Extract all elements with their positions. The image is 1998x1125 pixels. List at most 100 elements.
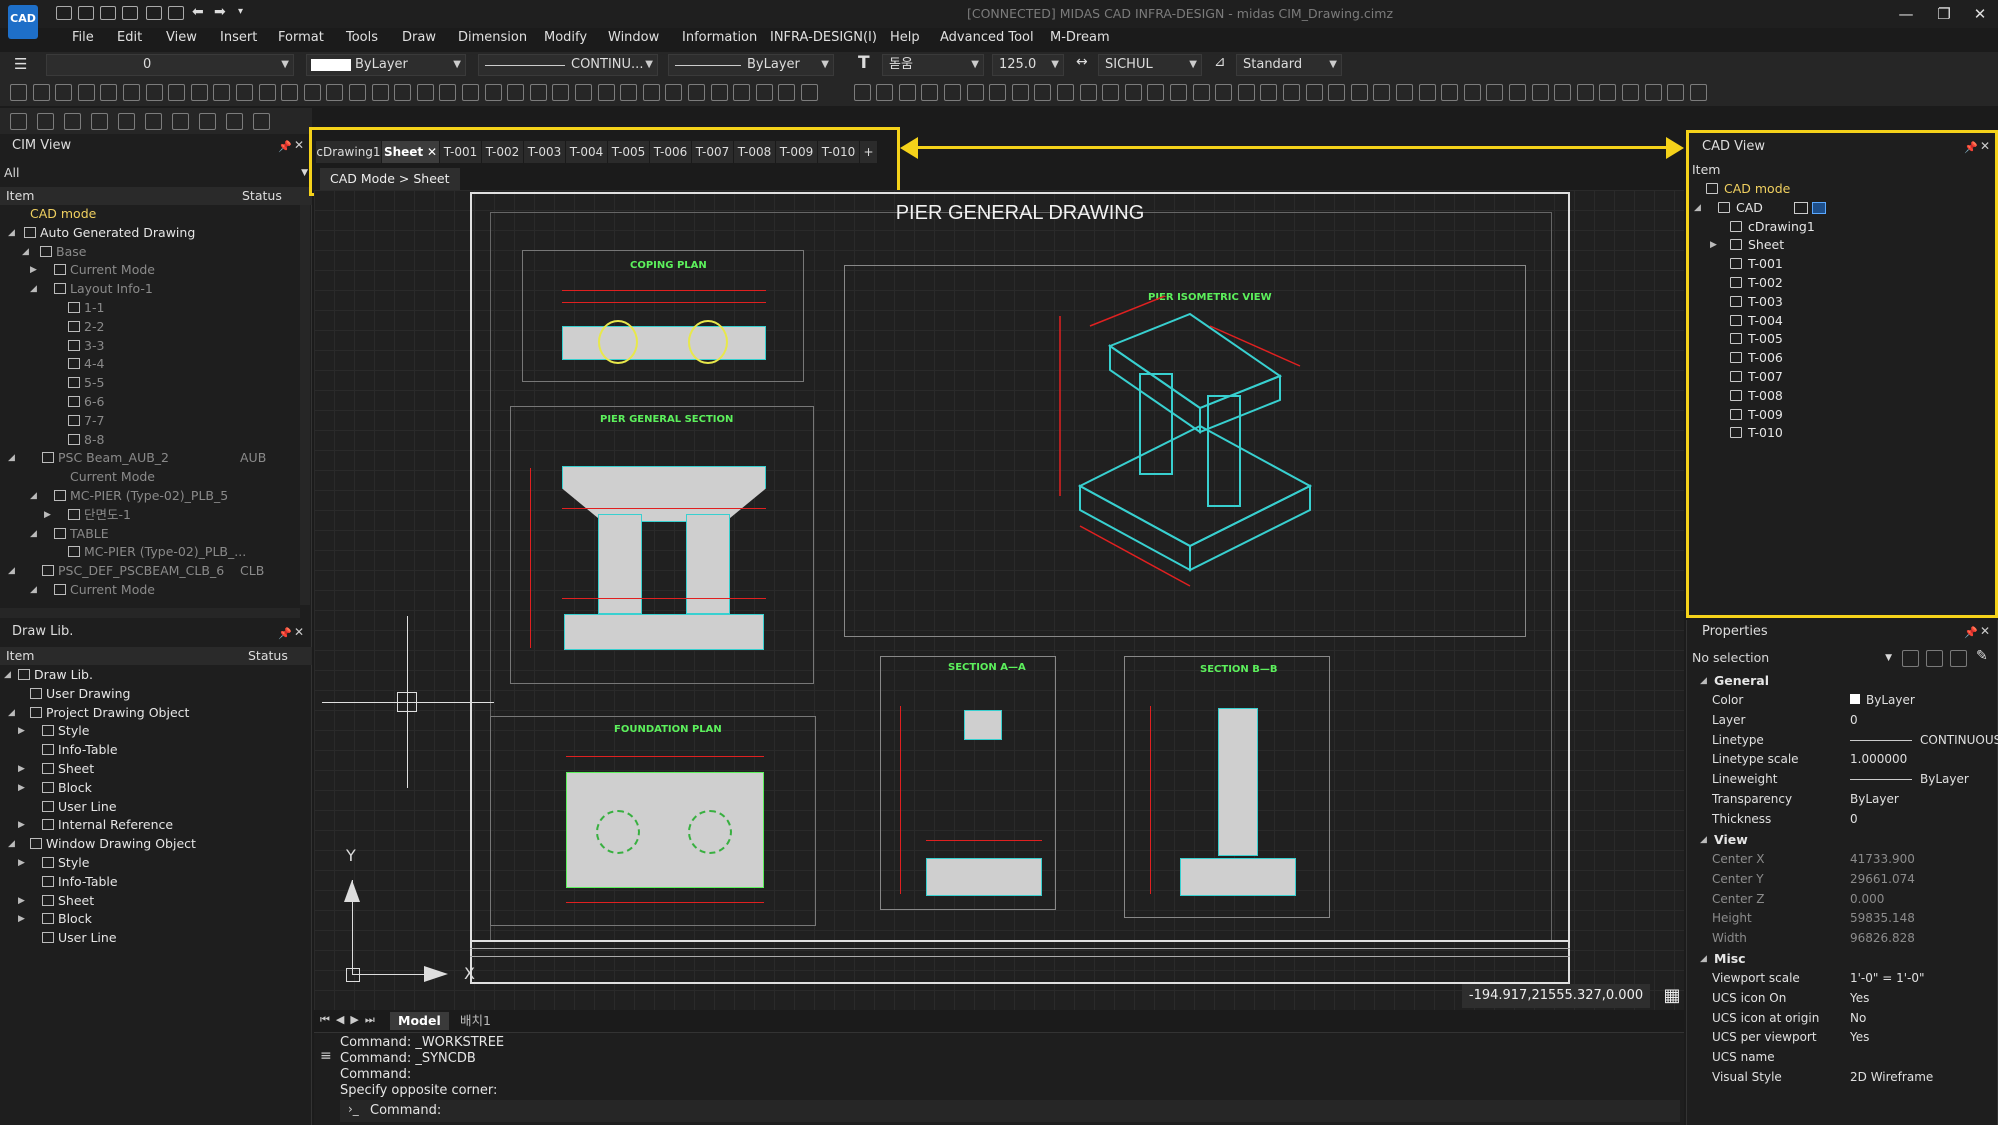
draw-lib-item[interactable]: ◢ Window Drawing Object: [0, 835, 312, 853]
draw-lib-item[interactable]: Info-Table: [0, 873, 312, 891]
grid-toggle-icon[interactable]: ▦: [1660, 984, 1684, 1008]
area-tool-icon[interactable]: [1011, 84, 1029, 101]
collapse-arrow-icon[interactable]: ◢: [30, 525, 37, 543]
collapse-arrow-icon[interactable]: ◢: [1700, 676, 1707, 686]
color-combo[interactable]: ByLayer ▼: [306, 54, 466, 76]
zoom-fit-icon[interactable]: [226, 113, 243, 130]
select-objects-icon[interactable]: [1926, 650, 1943, 667]
hatch-tool-icon[interactable]: [1576, 84, 1594, 101]
fillet-tool-icon[interactable]: [575, 84, 592, 101]
layer-combo[interactable]: 0 ▼: [46, 54, 294, 76]
document-tab[interactable]: T-009: [776, 141, 818, 163]
insert-tool-icon[interactable]: [371, 84, 389, 101]
pin-icon[interactable]: 📌: [278, 627, 292, 640]
add-tab-button[interactable]: +: [860, 141, 878, 163]
redo-icon[interactable]: ➡: [214, 4, 226, 20]
collapse-arrow-icon[interactable]: ◢: [8, 449, 15, 467]
cim-tree-item[interactable]: MC-PIER (Type-02)_PLB_...: [0, 543, 300, 561]
draw-lib-item[interactable]: ▶ Internal Reference: [0, 816, 312, 834]
collapse-arrow-icon[interactable]: ◢: [30, 280, 37, 298]
collapse-arrow-icon[interactable]: ◢: [30, 487, 37, 505]
new-file-icon[interactable]: [56, 6, 72, 20]
divide-tool-icon[interactable]: [1237, 84, 1255, 101]
align-tool-icon[interactable]: [1192, 84, 1210, 101]
collapse-arrow-icon[interactable]: ◢: [22, 243, 29, 261]
rotate-tool-icon[interactable]: [439, 84, 457, 101]
polyline-tool-icon[interactable]: [1418, 84, 1436, 101]
expand-arrow-icon[interactable]: ▶: [18, 854, 25, 872]
property-value[interactable]: Yes: [1850, 991, 1869, 1005]
copy-tool-icon[interactable]: [416, 84, 434, 101]
group-tool-icon[interactable]: [1147, 84, 1165, 101]
dim-style-combo[interactable]: SICHUL ▼: [1098, 54, 1202, 76]
id-tool-icon[interactable]: [1079, 84, 1097, 101]
close-tab-icon[interactable]: ✕: [423, 145, 437, 159]
linetype-combo[interactable]: CONTINU... ▼: [478, 54, 658, 76]
document-tab[interactable]: T-007: [692, 141, 734, 163]
cim-tree-item[interactable]: ◢ PSC_DEF_PSCBEAM_CLB_6 CLB: [0, 562, 300, 580]
menu-tools[interactable]: Tools: [346, 30, 378, 45]
dim-linear-tool-icon[interactable]: [258, 84, 276, 101]
mtext-tool-icon[interactable]: [1622, 84, 1639, 101]
collapse-arrow-icon[interactable]: ◢: [8, 562, 15, 580]
text-tool-icon[interactable]: [1599, 84, 1617, 101]
cim-tree-item[interactable]: CAD mode: [0, 205, 300, 223]
print-icon[interactable]: [146, 6, 162, 20]
info-icon[interactable]: [37, 113, 54, 130]
layer-manager-icon[interactable]: ☰: [14, 55, 27, 73]
menu-window[interactable]: Window: [608, 30, 659, 45]
trim-tool-icon[interactable]: [529, 84, 547, 101]
cim-tree-item[interactable]: 7-7: [0, 412, 300, 430]
draw-lib-item[interactable]: User Line: [0, 798, 312, 816]
arc-tool-icon[interactable]: [1441, 84, 1459, 101]
osnap-tool-icon[interactable]: [898, 84, 916, 101]
cim-tree-item[interactable]: 2-2: [0, 318, 300, 336]
cim-tree-item[interactable]: ◢ PSC Beam_AUB_2 AUB: [0, 449, 300, 467]
document-tab[interactable]: T-006: [650, 141, 692, 163]
erase-tool-icon[interactable]: [733, 84, 751, 101]
document-tab[interactable]: T-002: [482, 141, 524, 163]
cim-tree-item[interactable]: 6-6: [0, 393, 300, 411]
expand-arrow-icon[interactable]: ▶: [18, 910, 25, 928]
draw-lib-item[interactable]: ▶ Style: [0, 722, 312, 740]
cim-tree-item[interactable]: ◢ Auto Generated Drawing: [0, 224, 300, 242]
break-tool-icon[interactable]: [688, 84, 705, 101]
document-tab[interactable]: T-008: [734, 141, 776, 163]
dim-angular-tool-icon[interactable]: [1689, 84, 1707, 101]
revcloud-tool-icon[interactable]: [1350, 84, 1368, 101]
match-tool-icon[interactable]: [1124, 84, 1142, 101]
menu-m-dream[interactable]: M-Dream: [1050, 30, 1110, 45]
polyline-tool-icon[interactable]: [32, 84, 50, 101]
menu-format[interactable]: Format: [278, 30, 324, 45]
draw-lib-item[interactable]: ▶ Sheet: [0, 892, 312, 910]
text-style-combo[interactable]: 돋움 ▼: [882, 54, 984, 76]
join-tool-icon[interactable]: [710, 84, 728, 101]
close-panel-icon[interactable]: ✕: [1980, 624, 1990, 638]
close-window-button[interactable]: ✕: [1960, 2, 1998, 26]
cim-tree-item[interactable]: ▶ 단면도-1: [0, 506, 300, 524]
collapse-arrow-icon[interactable]: ◢: [8, 835, 15, 853]
match-properties-icon[interactable]: ✎: [1976, 648, 1988, 664]
cim-tree-item[interactable]: ◢ Current Mode: [0, 581, 300, 599]
move-tool-icon[interactable]: [394, 84, 412, 101]
extend-tool-icon[interactable]: [552, 84, 570, 101]
ellipse-tool-icon[interactable]: [145, 84, 163, 101]
draw-lib-item[interactable]: Info-Table: [0, 741, 312, 759]
cim-tree-item[interactable]: 4-4: [0, 355, 300, 373]
rect-tool-icon[interactable]: [1486, 84, 1504, 101]
draw-lib-item[interactable]: ▶ Style: [0, 854, 312, 872]
array-tool-icon[interactable]: [642, 84, 660, 101]
layers-icon[interactable]: [91, 113, 108, 130]
menu-information[interactable]: Information: [682, 30, 757, 45]
property-value[interactable]: 1'-0" = 1'-0": [1850, 971, 1925, 985]
expand-arrow-icon[interactable]: ▶: [30, 261, 37, 279]
regen-tool-icon[interactable]: [966, 84, 984, 101]
open-folder-icon[interactable]: [78, 6, 94, 20]
layer-tool-icon[interactable]: [778, 84, 796, 101]
measure-tool-icon[interactable]: [989, 84, 1007, 101]
cim-filter-select[interactable]: All ▼: [4, 163, 308, 183]
property-value[interactable]: ByLayer: [1850, 792, 1899, 806]
ortho-tool-icon[interactable]: [876, 84, 894, 101]
lengthen-tool-icon[interactable]: [1215, 84, 1233, 101]
menu-insert[interactable]: Insert: [220, 30, 257, 45]
